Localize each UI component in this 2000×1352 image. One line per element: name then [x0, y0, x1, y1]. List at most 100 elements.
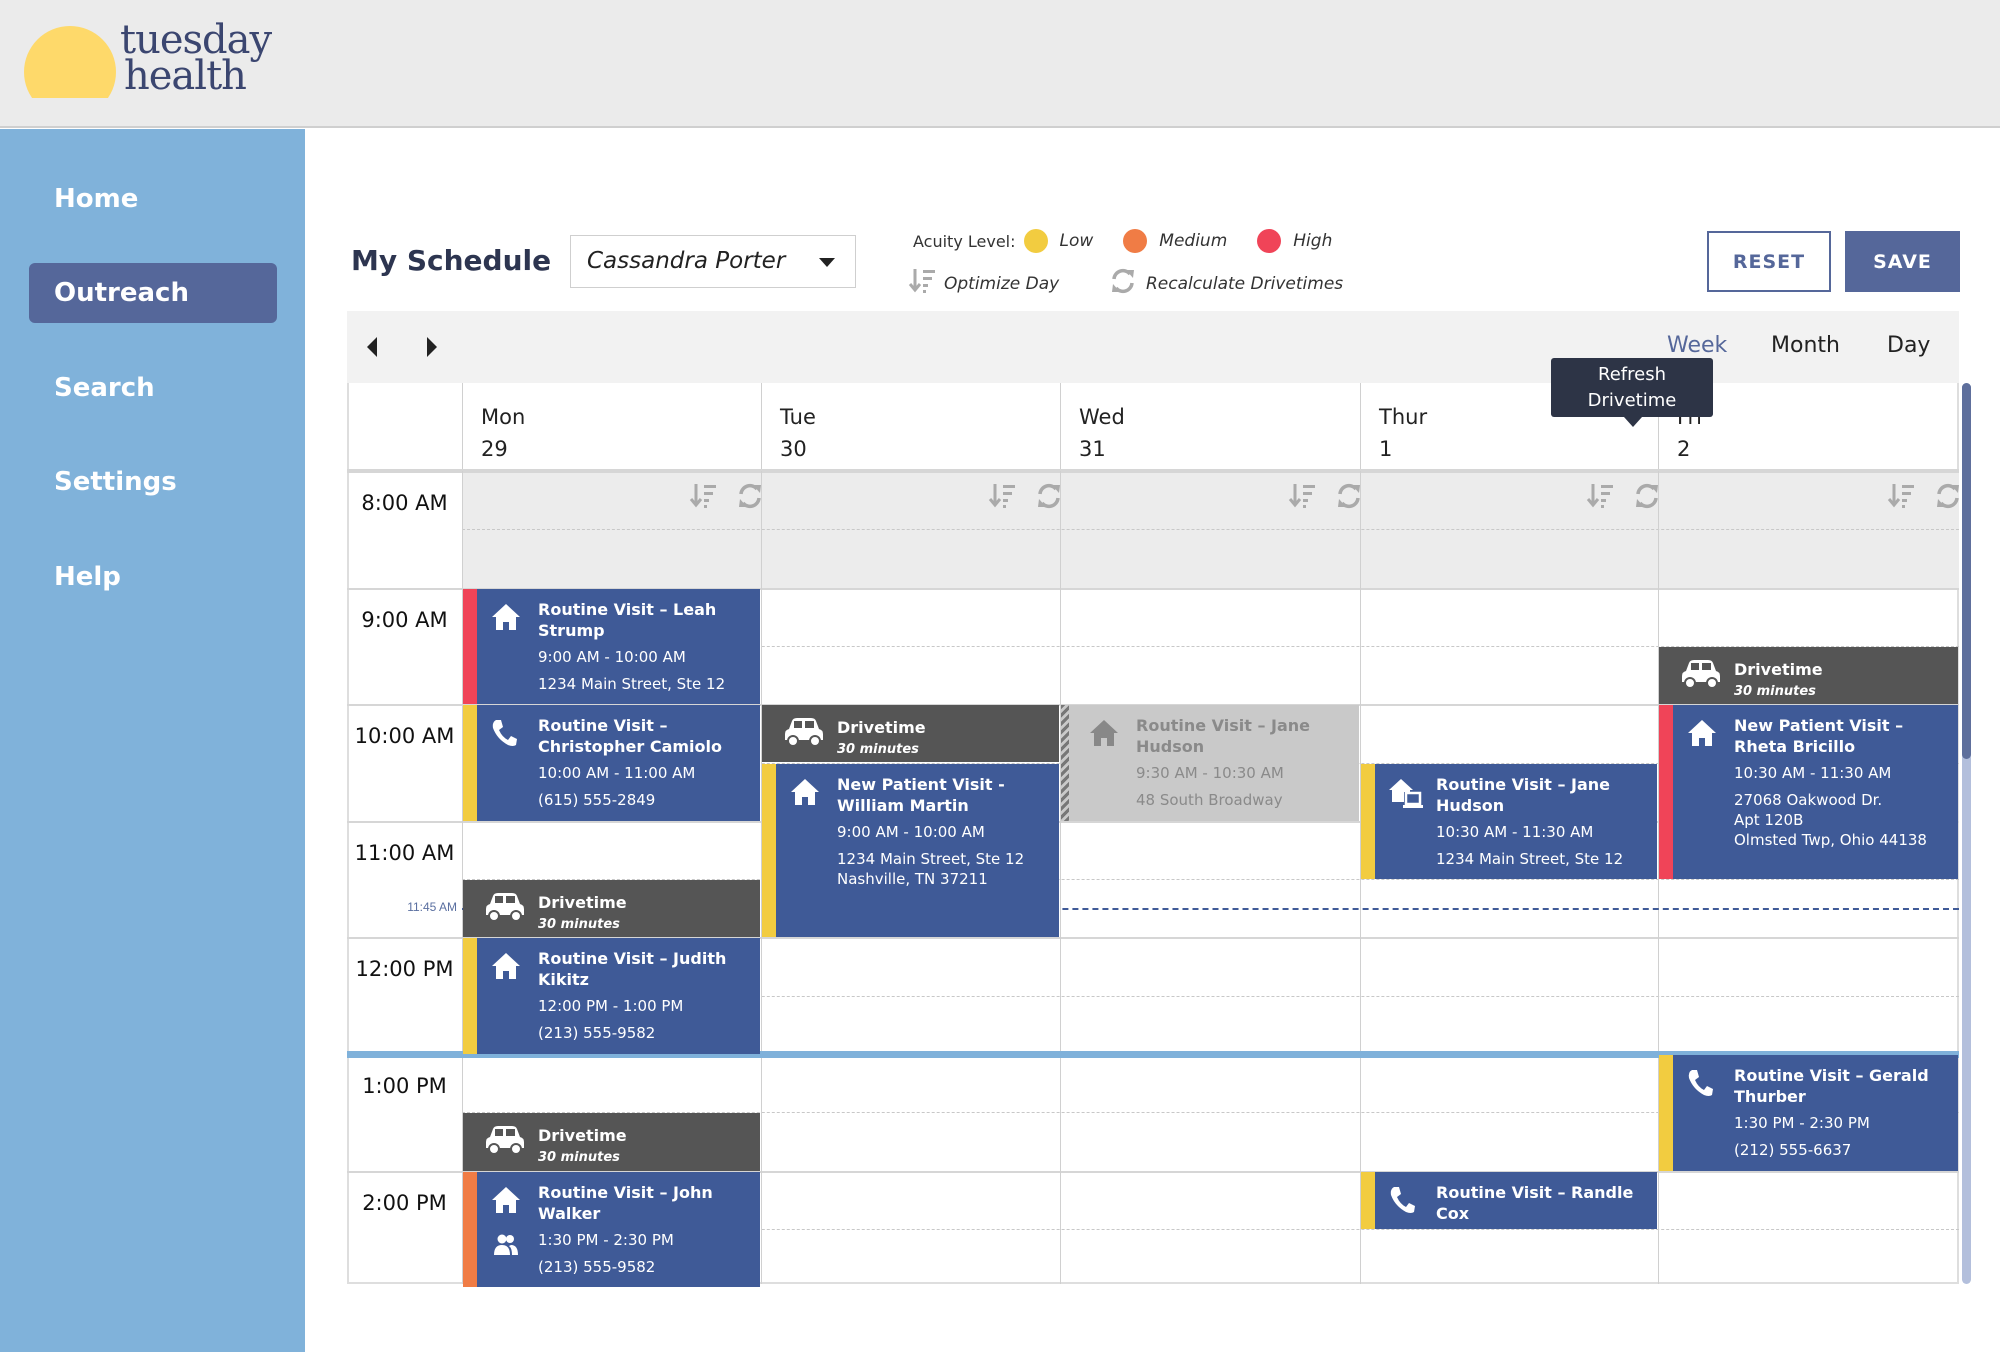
optimize-label: Optimize Day	[944, 273, 1060, 294]
day-name: Wed	[1079, 405, 1125, 429]
acuity-bar	[463, 588, 477, 705]
event-detail: Nashville, TN 37211	[837, 869, 988, 888]
top-bar	[0, 0, 2000, 128]
visit-event[interactable]: New Patient Visit – Rheta Bricillo 10:30 …	[1659, 705, 1958, 880]
event-title: Routine Visit – Christopher Camiolo	[538, 716, 722, 757]
time-label: 10:00 AM	[354, 724, 455, 749]
drivetime-block[interactable]: Drivetime 30 minutes	[1659, 646, 1958, 705]
visit-event[interactable]: Routine Visit – John Walker 1:30 PM - 2:3…	[463, 1171, 760, 1288]
car-icon	[1681, 659, 1721, 693]
event-detail: (213) 555-9582	[538, 1257, 656, 1276]
event-detail: (212) 555-6637	[1734, 1141, 1852, 1159]
visit-event[interactable]: Routine Visit – Christopher Camiolo 10:00…	[463, 705, 760, 821]
event-title: Routine Visit – Randle Cox	[1436, 1182, 1634, 1223]
day-number: 2	[1677, 437, 1691, 461]
half-hour-line	[462, 529, 1959, 531]
event-detail: 10:00 AM - 11:00 AM	[538, 764, 696, 783]
event-detail: (213) 555-9582	[538, 1024, 656, 1043]
time-label: 11:00 AM	[354, 840, 455, 865]
acuity-bar	[1361, 1171, 1375, 1229]
house-laptop-icon	[1389, 778, 1425, 814]
visit-event[interactable]: Routine Visit – Jane Hudson 9:30 AM - 10:…	[1061, 705, 1359, 821]
recalculate-drivetimes-button[interactable]: Recalculate Drivetimes	[1110, 268, 1343, 299]
drivetime-block[interactable]: Drivetime 30 minutes	[762, 705, 1059, 763]
event-detail: 9:30 AM - 10:30 AM	[1136, 764, 1284, 783]
visit-event[interactable]: Routine Visit – Randle Cox	[1361, 1171, 1657, 1229]
car-icon	[485, 1125, 525, 1159]
event-title: Drivetime	[538, 893, 627, 913]
event-title: Drivetime	[837, 718, 926, 738]
event-detail: 1234 Main Street, Ste 12	[538, 674, 726, 693]
house-icon	[491, 952, 521, 984]
logo-line2: health	[124, 53, 247, 99]
drivetime-block[interactable]: Drivetime 30 minutes	[463, 880, 760, 938]
drivetime-duration: 30 minutes	[538, 1150, 620, 1166]
event-detail: 10:30 AM - 11:30 AM	[1436, 822, 1594, 841]
day-name: Tue	[780, 405, 816, 429]
acuity-high-label: High	[1293, 231, 1333, 251]
visit-event[interactable]: Routine Visit – Jane Hudson 10:30 AM - 11…	[1361, 763, 1657, 880]
view-month-tab[interactable]: Month	[1771, 333, 1840, 358]
house-icon	[491, 603, 521, 635]
acuity-bar	[463, 705, 477, 821]
sidebar-item-help[interactable]: Help	[29, 547, 277, 607]
scrollbar-thumb[interactable]	[1962, 383, 1971, 759]
sidebar-item-settings[interactable]: Settings	[29, 452, 277, 512]
acuity-bar	[1659, 1055, 1673, 1171]
day-number: 1	[1379, 437, 1393, 461]
visit-event[interactable]: New Patient Visit - William Martin 9:00 A…	[762, 763, 1059, 938]
visit-event[interactable]: Routine Visit – Judith Kikitz 12:00 PM - …	[463, 938, 760, 1054]
sidebar-item-home[interactable]: Home	[29, 169, 277, 229]
acuity-legend: Acuity Level: Low Medium High	[913, 229, 1332, 253]
house-icon	[1089, 719, 1119, 751]
day-number: 29	[481, 437, 508, 461]
acuity-label: Acuity Level:	[913, 231, 1016, 251]
view-day-tab[interactable]: Day	[1887, 333, 1930, 358]
refresh-drivetime-tooltip: Refresh Drivetime	[1551, 358, 1713, 427]
sidebar-item-outreach[interactable]: Outreach	[29, 263, 277, 323]
event-title: Routine Visit – Jane Hudson	[1436, 774, 1611, 815]
day-header-wed: Wed 31	[1060, 383, 1360, 509]
view-week-tab[interactable]: Week	[1667, 333, 1727, 358]
event-title: Routine Visit – John Walker	[538, 1182, 713, 1223]
day-column-line	[1060, 383, 1061, 1284]
day-name: Mon	[481, 405, 526, 429]
acuity-low-label: Low	[1059, 231, 1094, 251]
reset-button[interactable]: RESET	[1707, 231, 1831, 292]
time-label: 1:00 PM	[362, 1074, 447, 1098]
provider-value: Cassandra Porter	[587, 248, 786, 274]
acuity-low-dot	[1023, 229, 1048, 253]
drivetime-block[interactable]: Drivetime 30 minutes	[463, 1113, 760, 1171]
event-detail: 27068 Oakwood Dr.	[1734, 791, 1883, 810]
chevron-left-icon[interactable]	[366, 337, 378, 357]
visit-event[interactable]: Routine Visit – Gerald Thurber 1:30 PM - …	[1659, 1055, 1958, 1171]
event-detail: (615) 555-2849	[538, 791, 656, 810]
event-detail: 9:00 AM - 10:00 AM	[837, 822, 985, 841]
event-title: New Patient Visit – Rheta Bricillo	[1734, 716, 1904, 757]
event-detail: 10:30 AM - 11:30 AM	[1734, 764, 1892, 783]
sidebar-item-search[interactable]: Search	[29, 358, 277, 418]
phone-icon	[1687, 1069, 1713, 1101]
save-button[interactable]: SAVE	[1845, 231, 1960, 292]
logo-sun-icon	[24, 26, 116, 98]
car-icon	[485, 892, 525, 926]
day-header-mon: Mon 29	[462, 383, 761, 509]
event-title: Drivetime	[1734, 659, 1823, 679]
day-number: 30	[780, 437, 807, 461]
acuity-bar	[762, 763, 776, 938]
acuity-medium-dot	[1123, 229, 1148, 253]
drivetime-duration: 30 minutes	[837, 742, 919, 758]
visit-event[interactable]: Routine Visit – Leah Strump 9:00 AM - 10:…	[463, 588, 760, 705]
phone-icon	[1389, 1186, 1415, 1218]
chevron-right-icon[interactable]	[426, 337, 438, 357]
people-icon	[493, 1234, 519, 1260]
acuity-bar	[463, 1171, 477, 1288]
logo[interactable]: tuesday health	[120, 20, 272, 99]
acuity-bar	[463, 938, 477, 1054]
optimize-day-button[interactable]: Optimize Day	[908, 268, 1059, 299]
provider-select[interactable]: Cassandra Porter	[570, 235, 856, 288]
acuity-bar	[1361, 763, 1375, 880]
tooltip-text: Refresh Drivetime	[1587, 364, 1677, 411]
header-divider	[347, 469, 1959, 471]
time-label: 2:00 PM	[362, 1190, 447, 1215]
